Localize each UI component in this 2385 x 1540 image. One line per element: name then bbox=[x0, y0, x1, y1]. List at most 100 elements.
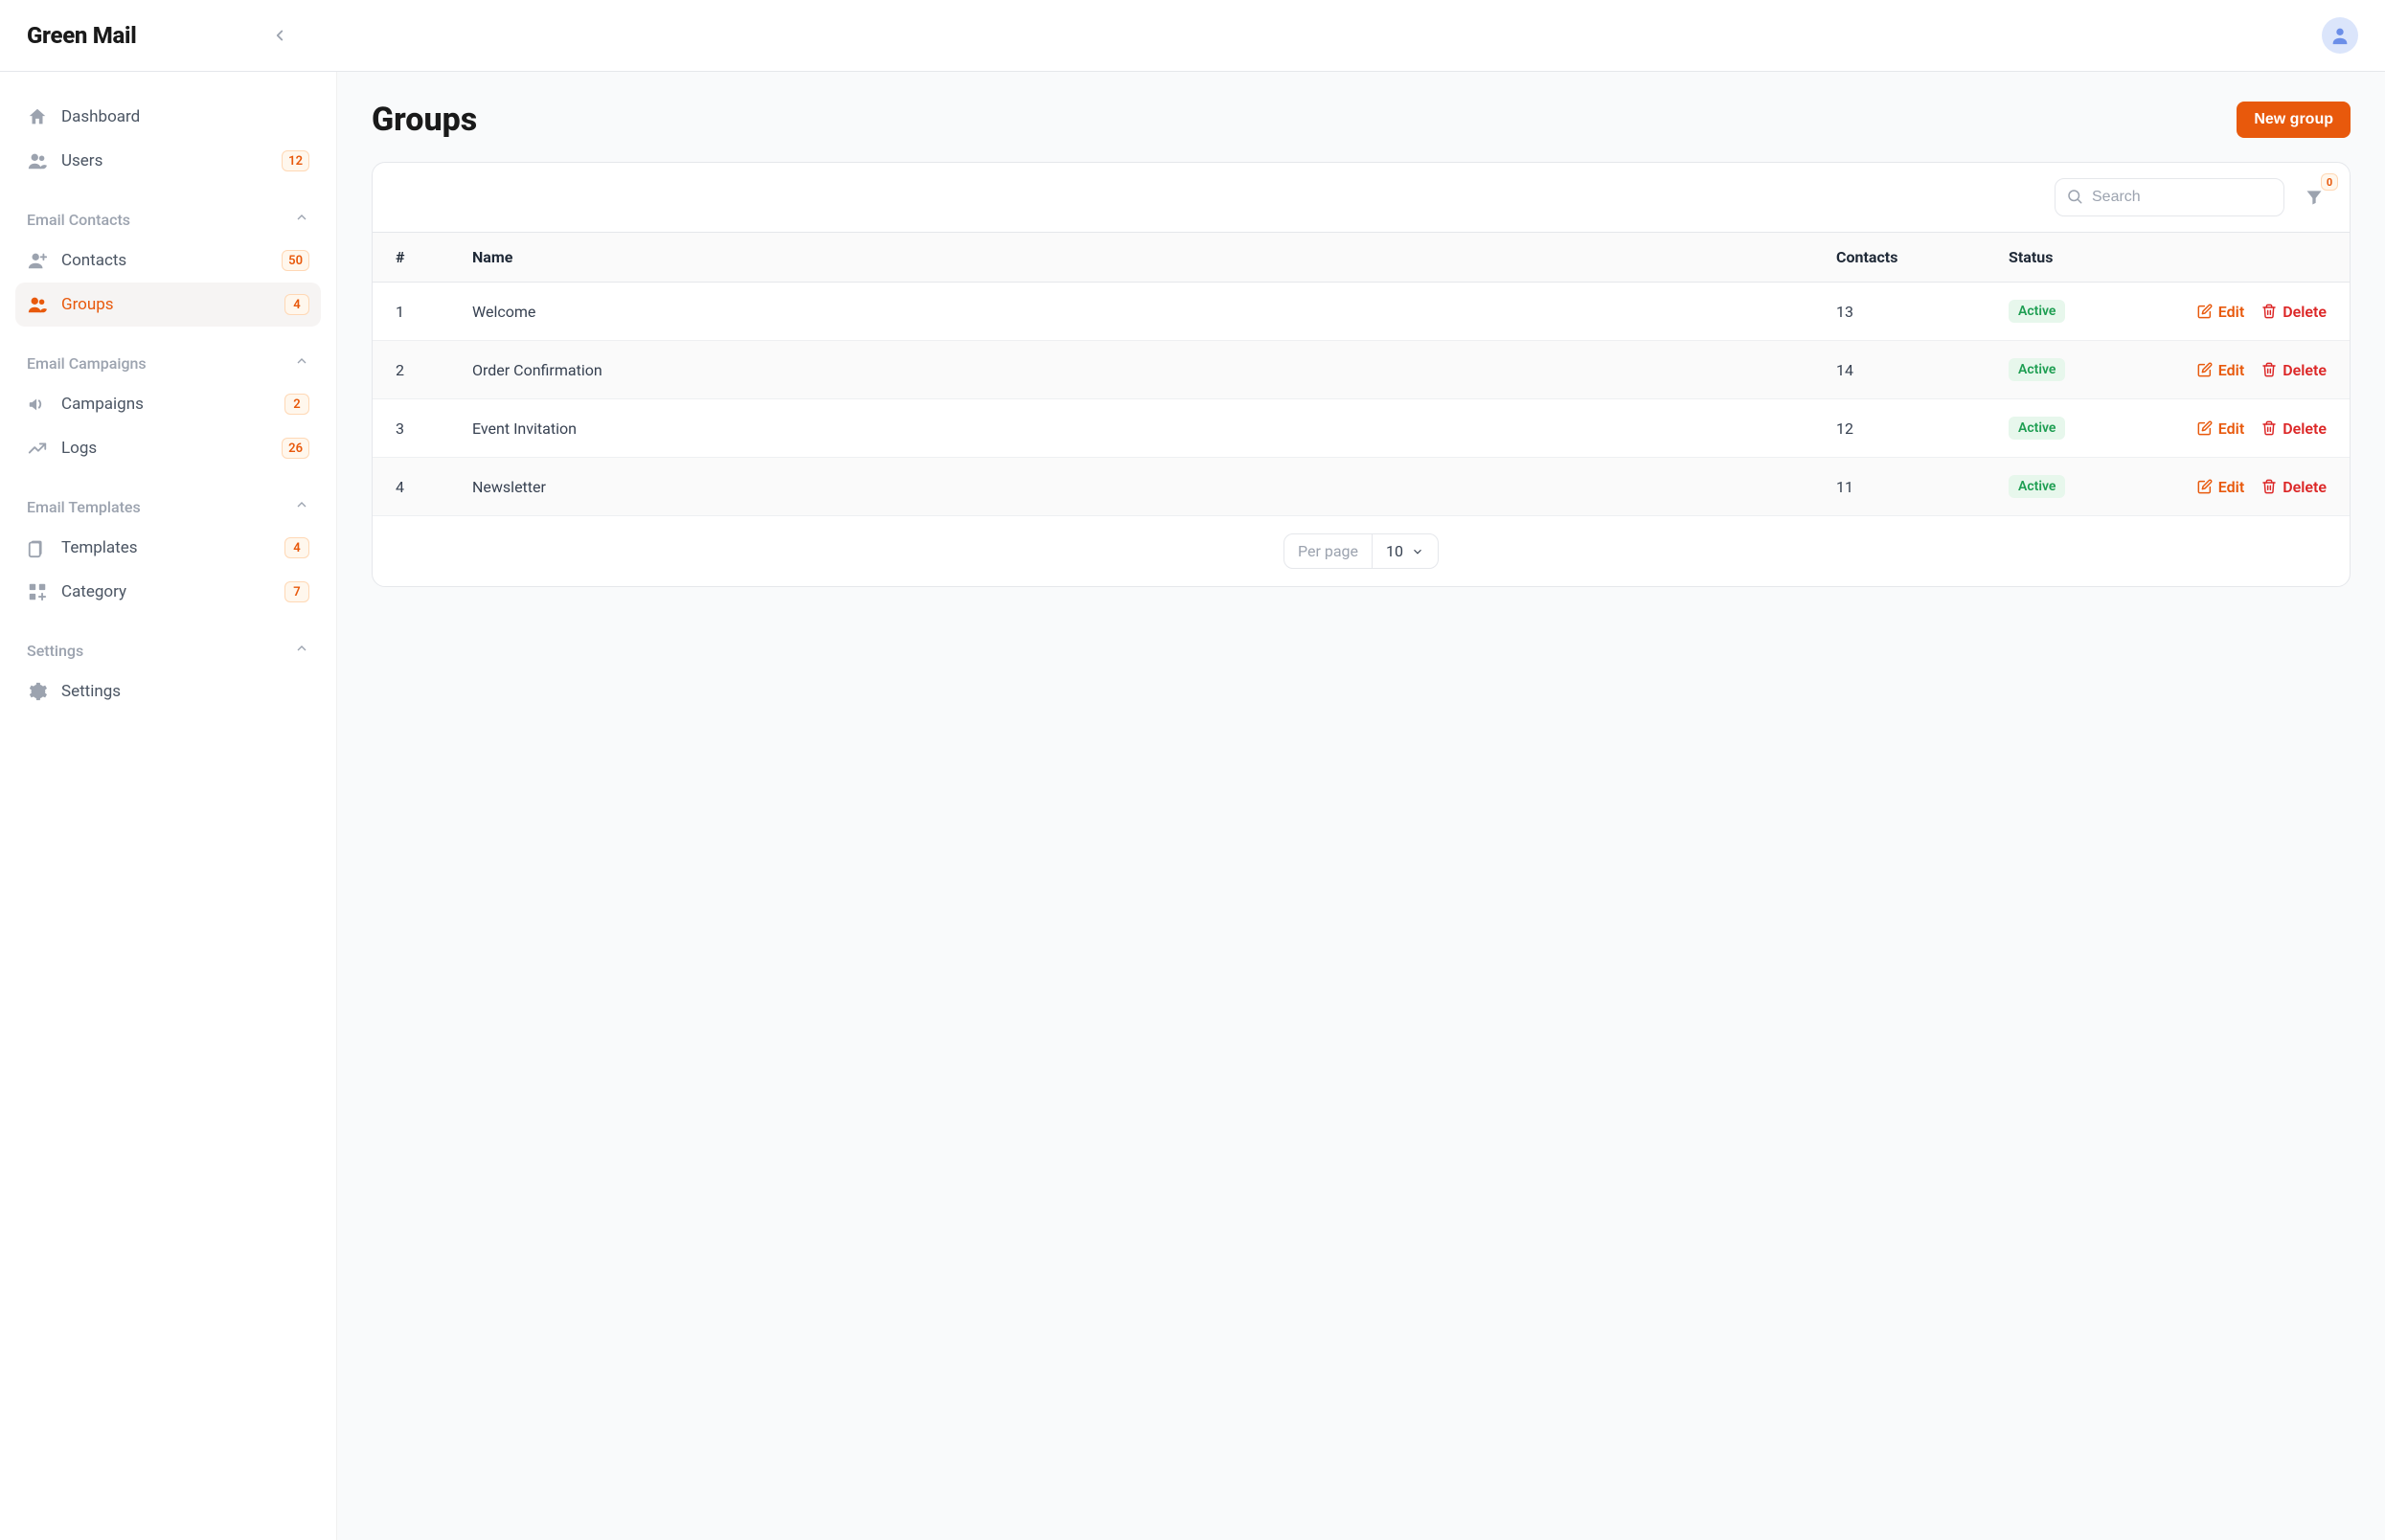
brand-title: Green Mail bbox=[27, 22, 136, 49]
sidebar-item-label: Groups bbox=[61, 295, 114, 314]
cell-name: Order Confirmation bbox=[449, 341, 1813, 399]
sidebar-item-contacts[interactable]: Contacts 50 bbox=[15, 238, 321, 283]
edit-icon bbox=[2197, 362, 2213, 377]
edit-button[interactable]: Edit bbox=[2197, 478, 2244, 496]
sidebar-item-category[interactable]: Category7 bbox=[15, 570, 321, 614]
home-icon bbox=[27, 106, 48, 127]
col-header-name: Name bbox=[449, 233, 1813, 283]
gear-icon bbox=[27, 681, 48, 702]
edit-label: Edit bbox=[2218, 478, 2244, 496]
chevron-up-icon bbox=[294, 210, 309, 229]
edit-label: Edit bbox=[2218, 361, 2244, 379]
filter-icon bbox=[2305, 188, 2324, 207]
collapse-sidebar-button[interactable] bbox=[270, 26, 289, 45]
delete-label: Delete bbox=[2283, 361, 2327, 379]
sidebar-section-title: Email Contacts bbox=[27, 211, 130, 229]
sidebar-item-groups[interactable]: Groups4 bbox=[15, 283, 321, 327]
sidebar-item-users[interactable]: Users12 bbox=[15, 139, 321, 183]
sidebar-section-header[interactable]: Email Templates bbox=[15, 470, 321, 526]
delete-button[interactable]: Delete bbox=[2261, 478, 2327, 496]
trend-icon bbox=[27, 438, 48, 459]
page-title: Groups bbox=[372, 101, 477, 139]
sidebar-item-label: Category bbox=[61, 582, 126, 601]
cell-contacts: 13 bbox=[1813, 283, 1986, 341]
cell-status: Active bbox=[1986, 399, 2139, 458]
new-group-button[interactable]: New group bbox=[2237, 102, 2351, 138]
sidebar-section-title: Settings bbox=[27, 642, 83, 660]
sidebar-badge: 2 bbox=[284, 394, 309, 415]
sidebar-item-label: Campaigns bbox=[61, 395, 144, 414]
cell-contacts: 12 bbox=[1813, 399, 1986, 458]
sidebar-badge: 12 bbox=[282, 150, 309, 171]
trash-icon bbox=[2261, 362, 2277, 377]
sidebar-item-templates[interactable]: Templates4 bbox=[15, 526, 321, 570]
filter-button[interactable]: 0 bbox=[2298, 181, 2330, 214]
cell-num: 2 bbox=[373, 341, 449, 399]
edit-label: Edit bbox=[2218, 419, 2244, 438]
edit-button[interactable]: Edit bbox=[2197, 303, 2244, 321]
groups-card: 0 # Name Contacts Status 1Welcome13Activ… bbox=[372, 162, 2351, 587]
edit-icon bbox=[2197, 420, 2213, 436]
status-badge: Active bbox=[2009, 475, 2065, 498]
status-badge: Active bbox=[2009, 300, 2065, 323]
col-header-num: # bbox=[373, 233, 449, 283]
sidebar-item-label: Dashboard bbox=[61, 107, 140, 126]
col-header-status: Status bbox=[1986, 233, 2139, 283]
cell-num: 3 bbox=[373, 399, 449, 458]
users-icon bbox=[27, 294, 48, 315]
groups-table: # Name Contacts Status 1Welcome13ActiveE… bbox=[373, 232, 2350, 516]
sidebar-item-settings[interactable]: Settings bbox=[15, 669, 321, 713]
status-badge: Active bbox=[2009, 417, 2065, 440]
chevron-up-icon bbox=[294, 641, 309, 660]
edit-button[interactable]: Edit bbox=[2197, 419, 2244, 438]
grid-plus-icon bbox=[27, 581, 48, 602]
delete-label: Delete bbox=[2283, 478, 2327, 496]
edit-button[interactable]: Edit bbox=[2197, 361, 2244, 379]
sidebar-section-header[interactable]: Email Campaigns bbox=[15, 327, 321, 382]
sidebar-section-title: Email Templates bbox=[27, 498, 141, 516]
sidebar: Dashboard Users12 Email Contacts Contacts 5… bbox=[0, 72, 337, 1540]
sidebar-item-dashboard[interactable]: Dashboard bbox=[15, 95, 321, 139]
per-page-control: Per page 10 bbox=[1283, 533, 1439, 569]
cell-contacts: 14 bbox=[1813, 341, 1986, 399]
sidebar-item-logs[interactable]: Logs 26 bbox=[15, 426, 321, 470]
sidebar-section-header[interactable]: Settings bbox=[15, 614, 321, 669]
cell-actions: Edit Delete bbox=[2139, 399, 2350, 458]
sidebar-badge: 4 bbox=[284, 537, 309, 558]
col-header-actions bbox=[2139, 233, 2350, 283]
cell-actions: Edit Delete bbox=[2139, 341, 2350, 399]
user-icon bbox=[2329, 25, 2351, 46]
delete-button[interactable]: Delete bbox=[2261, 419, 2327, 438]
filter-count-badge: 0 bbox=[2321, 173, 2338, 191]
chevron-up-icon bbox=[294, 353, 309, 373]
cell-status: Active bbox=[1986, 283, 2139, 341]
template-icon bbox=[27, 537, 48, 558]
per-page-value: 10 bbox=[1386, 542, 1403, 560]
sidebar-item-label: Contacts bbox=[61, 251, 126, 270]
search-input-wrap bbox=[2055, 178, 2284, 216]
avatar[interactable] bbox=[2322, 17, 2358, 54]
chevron-down-icon bbox=[1411, 545, 1424, 558]
user-plus-icon bbox=[27, 250, 48, 271]
table-row: 2Order Confirmation14 Active Edit Delete bbox=[373, 341, 2350, 399]
status-badge: Active bbox=[2009, 358, 2065, 381]
cell-contacts: 11 bbox=[1813, 458, 1986, 516]
sidebar-badge: 26 bbox=[282, 438, 309, 459]
cell-status: Active bbox=[1986, 458, 2139, 516]
bullhorn-icon bbox=[27, 394, 48, 415]
sidebar-section-header[interactable]: Email Contacts bbox=[15, 183, 321, 238]
table-row: 3Event Invitation12 Active Edit Delete bbox=[373, 399, 2350, 458]
cell-num: 1 bbox=[373, 283, 449, 341]
delete-button[interactable]: Delete bbox=[2261, 303, 2327, 321]
delete-label: Delete bbox=[2283, 419, 2327, 438]
sidebar-item-campaigns[interactable]: Campaigns 2 bbox=[15, 382, 321, 426]
trash-icon bbox=[2261, 479, 2277, 494]
sidebar-badge: 50 bbox=[282, 250, 309, 271]
main-content: Groups New group 0 bbox=[337, 72, 2385, 1540]
delete-button[interactable]: Delete bbox=[2261, 361, 2327, 379]
cell-name: Event Invitation bbox=[449, 399, 1813, 458]
search-icon bbox=[2066, 188, 2083, 209]
sidebar-item-label: Logs bbox=[61, 439, 97, 458]
search-input[interactable] bbox=[2055, 178, 2284, 216]
per-page-select[interactable]: 10 bbox=[1373, 534, 1438, 568]
